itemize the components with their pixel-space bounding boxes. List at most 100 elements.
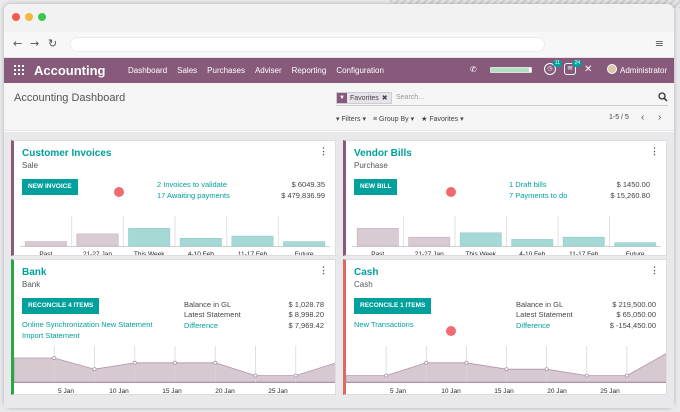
chart-bar[interactable]	[408, 236, 451, 247]
chart-point[interactable]	[92, 367, 97, 372]
star-icon: ★	[421, 116, 428, 123]
customer-invoices-card: Customer Invoices Sale ⋮ NEW INVOICE 2 I…	[11, 140, 336, 256]
chart-bar[interactable]	[231, 235, 274, 247]
x-tick-label: 4-10 Feb	[188, 251, 214, 256]
chart-bar[interactable]	[24, 241, 67, 247]
menu-item-reporting[interactable]: Reporting	[292, 66, 327, 75]
online-sync-link[interactable]: Online Synchronization New Statement	[22, 320, 153, 329]
filters-dropdown[interactable]: ▾ Filters ▾	[336, 115, 366, 123]
card-subtitle: Bank	[22, 280, 41, 289]
chart-bar[interactable]	[511, 239, 554, 247]
chart-bar[interactable]	[459, 232, 502, 247]
hamburger-menu-icon[interactable]: ≡	[655, 37, 664, 50]
grid-icon[interactable]	[14, 65, 24, 75]
menu-item-dashboard[interactable]: Dashboard	[128, 66, 167, 75]
minimize-window-button[interactable]	[25, 13, 33, 21]
more-options-icon[interactable]: ⋮	[650, 146, 659, 157]
chart-point[interactable]	[504, 367, 509, 372]
x-tick-label: This Week	[134, 251, 165, 256]
menu-item-adviser[interactable]: Adviser	[255, 66, 282, 75]
chart-point[interactable]	[213, 360, 218, 365]
x-tick-label: 10 Jan	[441, 388, 461, 395]
forward-arrow-icon[interactable]: →	[30, 37, 39, 51]
chat-icon[interactable]: ✉ 24	[564, 60, 582, 75]
draft-bills-link[interactable]: 1 Draft bills	[509, 180, 547, 189]
new-bill-button[interactable]: NEW BILL	[354, 179, 398, 195]
chart-point[interactable]	[293, 373, 298, 378]
menu-item-sales[interactable]: Sales	[177, 66, 197, 75]
chart-point[interactable]	[544, 367, 549, 372]
chart-point[interactable]	[132, 360, 137, 365]
app-title: Accounting	[34, 63, 106, 78]
x-tick-label: 20 Jan	[547, 388, 567, 395]
search-icon[interactable]	[658, 92, 668, 102]
more-options-icon[interactable]: ⋮	[650, 265, 659, 276]
chart-bar[interactable]	[128, 228, 171, 247]
difference-link[interactable]: Difference	[516, 321, 550, 330]
more-options-icon[interactable]: ⋮	[319, 146, 328, 157]
card-subtitle: Cash	[354, 280, 373, 289]
chart-bar[interactable]	[614, 242, 657, 247]
cash-card: Cash Cash ⋮ RECONCILE 1 ITEMS New Transa…	[343, 259, 667, 395]
chart-point[interactable]	[584, 373, 589, 378]
search-bar: ▼ Favorites ✖ Search...	[336, 91, 668, 106]
chart-bar[interactable]	[76, 233, 119, 247]
x-tick-label: Past	[39, 251, 52, 256]
balance-amount: $ 219,500.00	[612, 300, 656, 309]
chart-point[interactable]	[384, 373, 389, 378]
phone-icon[interactable]: ✆	[470, 64, 477, 76]
chevron-left-icon[interactable]: ‹	[641, 112, 644, 123]
card-subtitle: Purchase	[354, 161, 388, 170]
bills-bar-chart: Past 21-27 Jan This Week 4-10 Feb 11-17 Feb F…	[352, 216, 661, 255]
funnel-icon: ▾	[336, 116, 340, 123]
new-invoice-button[interactable]: NEW INVOICE	[22, 179, 78, 195]
card-title[interactable]: Cash	[354, 267, 378, 278]
close-window-button[interactable]	[12, 13, 20, 21]
awaiting-payments-link[interactable]: 17 Awaiting payments	[157, 191, 230, 200]
search-input[interactable]: Search...	[396, 94, 424, 101]
payments-to-do-link[interactable]: 7 Payments to do	[509, 191, 567, 200]
group-by-dropdown[interactable]: ≡ Group By ▾	[373, 115, 414, 123]
close-icon[interactable]: ✕	[584, 64, 592, 76]
clock-icon[interactable]: ◷ 11	[544, 60, 562, 75]
chart-bar[interactable]	[283, 241, 326, 247]
menu-item-purchases[interactable]: Purchases	[207, 66, 245, 75]
card-title[interactable]: Bank	[22, 267, 46, 278]
reconcile-button[interactable]: RECONCILE 1 ITEMS	[354, 298, 432, 314]
chart-bar[interactable]	[356, 228, 399, 247]
invoices-to-validate-link[interactable]: 2 Invoices to validate	[157, 180, 227, 189]
chart-point[interactable]	[253, 373, 258, 378]
top-menu: Dashboard Sales Purchases Adviser Report…	[128, 66, 384, 75]
chart-point[interactable]	[424, 360, 429, 365]
vendor-bills-card: Vendor Bills Purchase ⋮ NEW BILL 1 Draft…	[343, 140, 667, 256]
chart-bar[interactable]	[179, 237, 222, 247]
status-dot	[446, 326, 456, 336]
difference-amount: $ 7,969.42	[288, 321, 324, 330]
chart-point[interactable]	[464, 360, 469, 365]
reconcile-button[interactable]: RECONCILE 4 ITEMS	[22, 298, 100, 314]
chevron-right-icon[interactable]: ›	[658, 112, 661, 123]
x-tick-label: 11-17 Feb	[238, 251, 268, 256]
chart-point[interactable]	[172, 360, 177, 365]
remove-facet-icon[interactable]: ✖	[382, 94, 388, 102]
awaiting-payments-amount: $ 479,836.99	[281, 191, 325, 200]
user-name[interactable]: Administrator	[620, 66, 667, 75]
more-options-icon[interactable]: ⋮	[319, 265, 328, 276]
new-transactions-link[interactable]: New Transactions	[354, 320, 414, 329]
chart-point[interactable]	[624, 373, 629, 378]
chart-point[interactable]	[52, 355, 57, 360]
app-navbar: Accounting Dashboard Sales Purchases Adv…	[4, 58, 674, 83]
reload-icon[interactable]: ↻	[48, 37, 57, 51]
avatar[interactable]	[607, 64, 617, 74]
import-statement-link[interactable]: Import Statement	[22, 331, 80, 340]
filter-icon: ▼	[337, 93, 347, 103]
back-arrow-icon[interactable]: ←	[13, 37, 22, 51]
address-bar[interactable]	[70, 37, 545, 52]
card-title[interactable]: Customer Invoices	[22, 148, 111, 159]
difference-link[interactable]: Difference	[184, 321, 218, 330]
maximize-window-button[interactable]	[38, 13, 46, 21]
menu-item-configuration[interactable]: Configuration	[336, 66, 384, 75]
favorites-dropdown[interactable]: ★ Favorites ▾	[421, 115, 464, 123]
card-title[interactable]: Vendor Bills	[354, 148, 412, 159]
chart-bar[interactable]	[562, 236, 605, 247]
